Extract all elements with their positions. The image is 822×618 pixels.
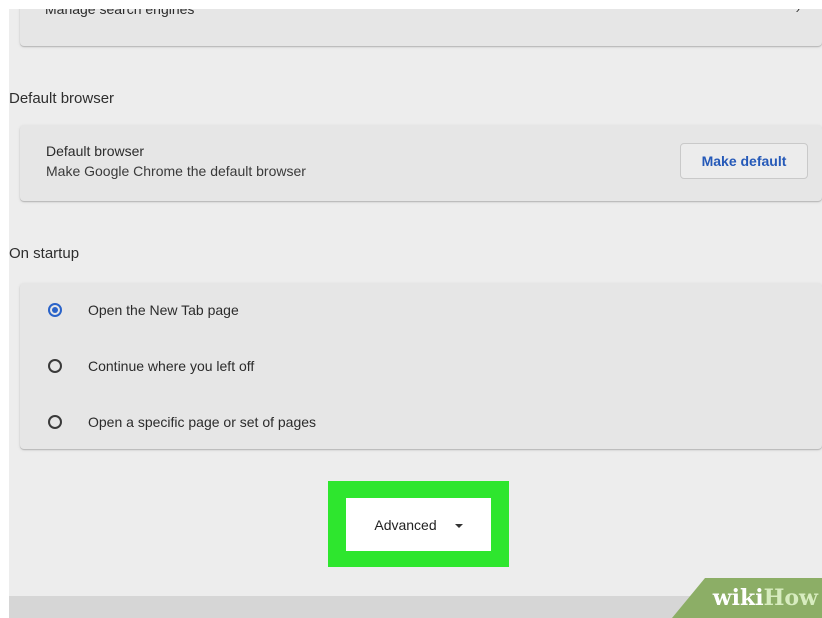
radio-unchecked-icon[interactable] <box>48 359 62 373</box>
make-default-button[interactable]: Make default <box>680 143 808 179</box>
default-browser-row-title: Default browser <box>46 143 145 159</box>
startup-option-continue[interactable]: Continue where you left off <box>20 346 822 386</box>
startup-option-label: Open the New Tab page <box>88 302 239 318</box>
manage-search-engines-row[interactable]: Manage search engines › <box>20 9 822 46</box>
chevron-right-icon: › <box>796 9 800 16</box>
default-browser-section-title: Default browser <box>9 90 115 107</box>
startup-option-new-tab[interactable]: Open the New Tab page <box>20 290 822 330</box>
wikihow-wiki-text: wiki <box>712 585 764 611</box>
manage-search-engines-label: Manage search engines <box>45 9 195 17</box>
startup-option-specific-pages[interactable]: Open a specific page or set of pages <box>20 402 822 442</box>
on-startup-section-title: On startup <box>9 245 80 262</box>
radio-unchecked-icon[interactable] <box>48 415 62 429</box>
advanced-button[interactable]: Advanced <box>346 498 491 551</box>
wikihow-how-text: How <box>763 585 818 611</box>
startup-option-label: Continue where you left off <box>88 358 255 374</box>
radio-checked-icon[interactable] <box>48 303 62 317</box>
default-browser-row-subtitle: Make Google Chrome the default browser <box>46 163 306 179</box>
on-startup-card: Open the New Tab page Continue where you… <box>20 283 822 449</box>
caret-down-icon <box>454 523 463 528</box>
default-browser-card: Default browser Make Google Chrome the d… <box>20 125 822 201</box>
startup-option-label: Open a specific page or set of pages <box>88 414 317 430</box>
settings-page: Manage search engines › Default browser … <box>9 9 822 618</box>
advanced-label: Advanced <box>374 516 437 533</box>
advanced-highlight: Advanced <box>328 481 509 567</box>
